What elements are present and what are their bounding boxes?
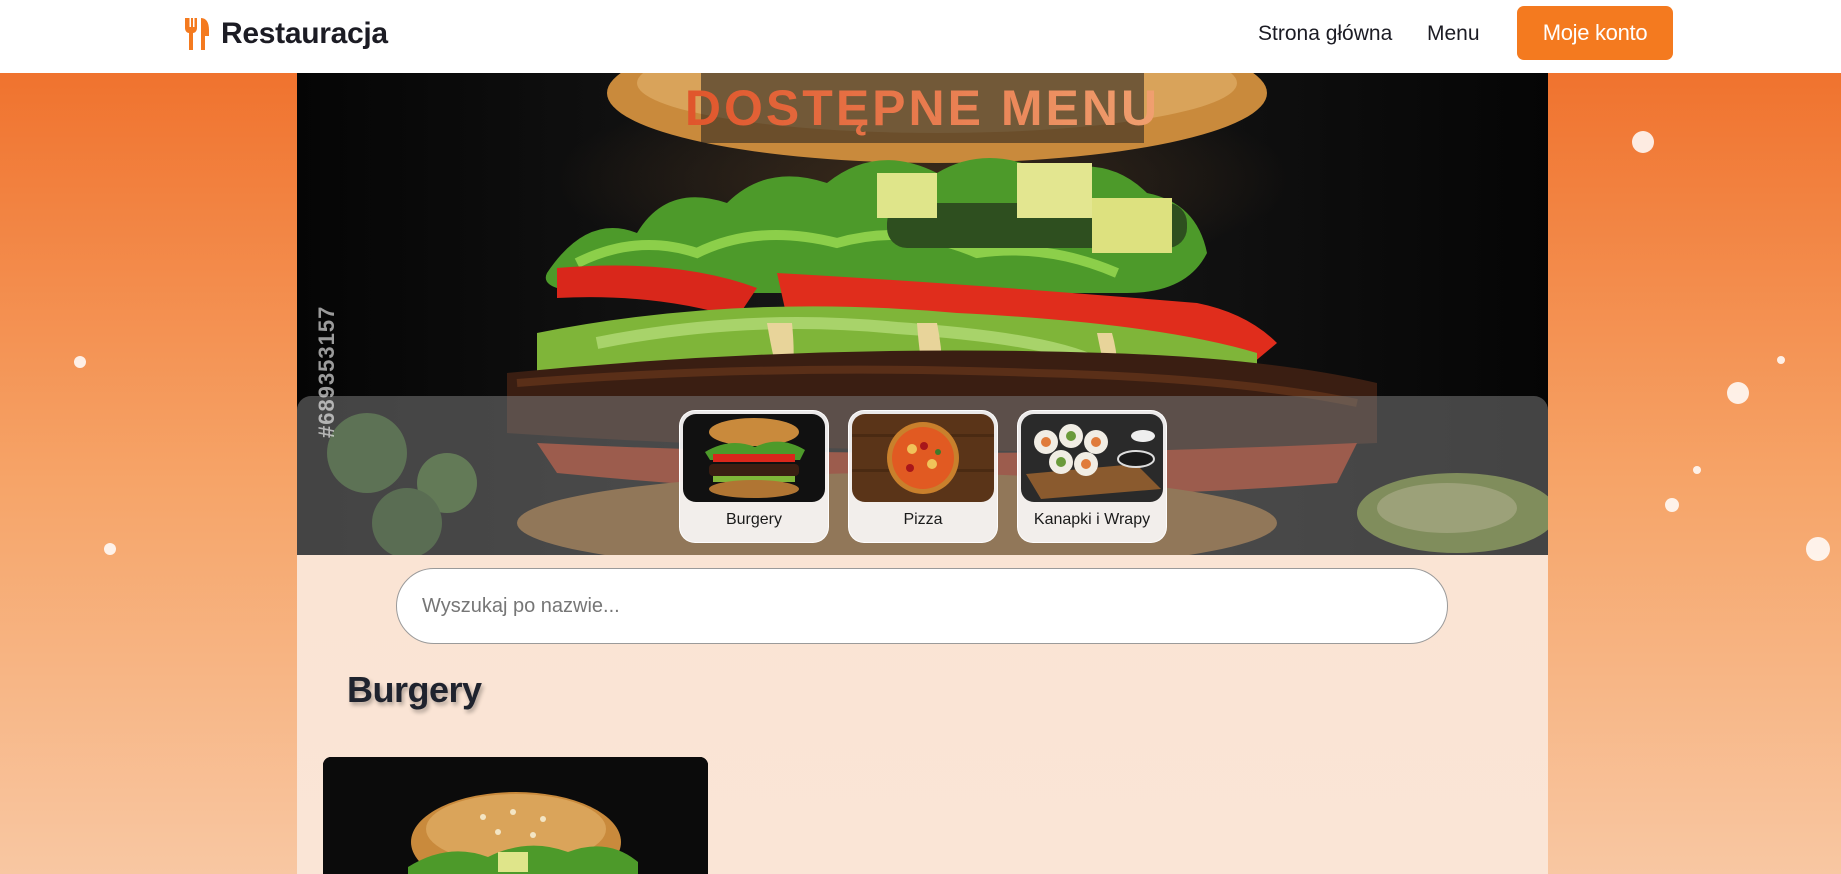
stock-image-id: #689353157 (314, 305, 339, 438)
category-label: Burgery (725, 511, 783, 528)
brand-name: Restauracja (221, 17, 388, 50)
fork-knife-icon (185, 18, 209, 50)
category-card-burgery[interactable]: Burgery (679, 410, 829, 543)
background-dot (1693, 466, 1701, 474)
background-dot (74, 356, 86, 368)
my-account-button[interactable]: Moje konto (1517, 6, 1673, 60)
category-card-pizza[interactable]: Pizza (848, 410, 998, 543)
product-card[interactable] (323, 757, 708, 874)
background-dot (1727, 382, 1749, 404)
category-label: Pizza (903, 511, 943, 528)
category-label: Kanapki i Wrapy (1033, 511, 1151, 528)
nav-home-link[interactable]: Strona główna (1258, 22, 1392, 46)
category-card-kanapki-i-wrapy[interactable]: Kanapki i Wrapy (1017, 410, 1167, 543)
top-navbar: Restauracja Strona główna Menu Moje kont… (0, 0, 1841, 73)
section-title-burgery: Burgery (347, 669, 482, 710)
background-dot (104, 543, 116, 555)
sushi-wrap-image (1021, 414, 1163, 502)
background-dot (1665, 498, 1679, 512)
hero-title: DOSTĘPNE MENU (684, 80, 1161, 136)
background-dot (1777, 356, 1785, 364)
nav-menu-link[interactable]: Menu (1427, 22, 1480, 46)
burger-image (683, 414, 825, 502)
burger-product-image (323, 757, 708, 874)
background-dot (1632, 131, 1654, 153)
pizza-image (852, 414, 994, 502)
background-dot (1806, 537, 1830, 561)
hero-title-box: DOSTĘPNE MENU (685, 73, 1157, 143)
brand-logo[interactable]: Restauracja (183, 17, 388, 51)
search-input[interactable] (396, 568, 1448, 644)
